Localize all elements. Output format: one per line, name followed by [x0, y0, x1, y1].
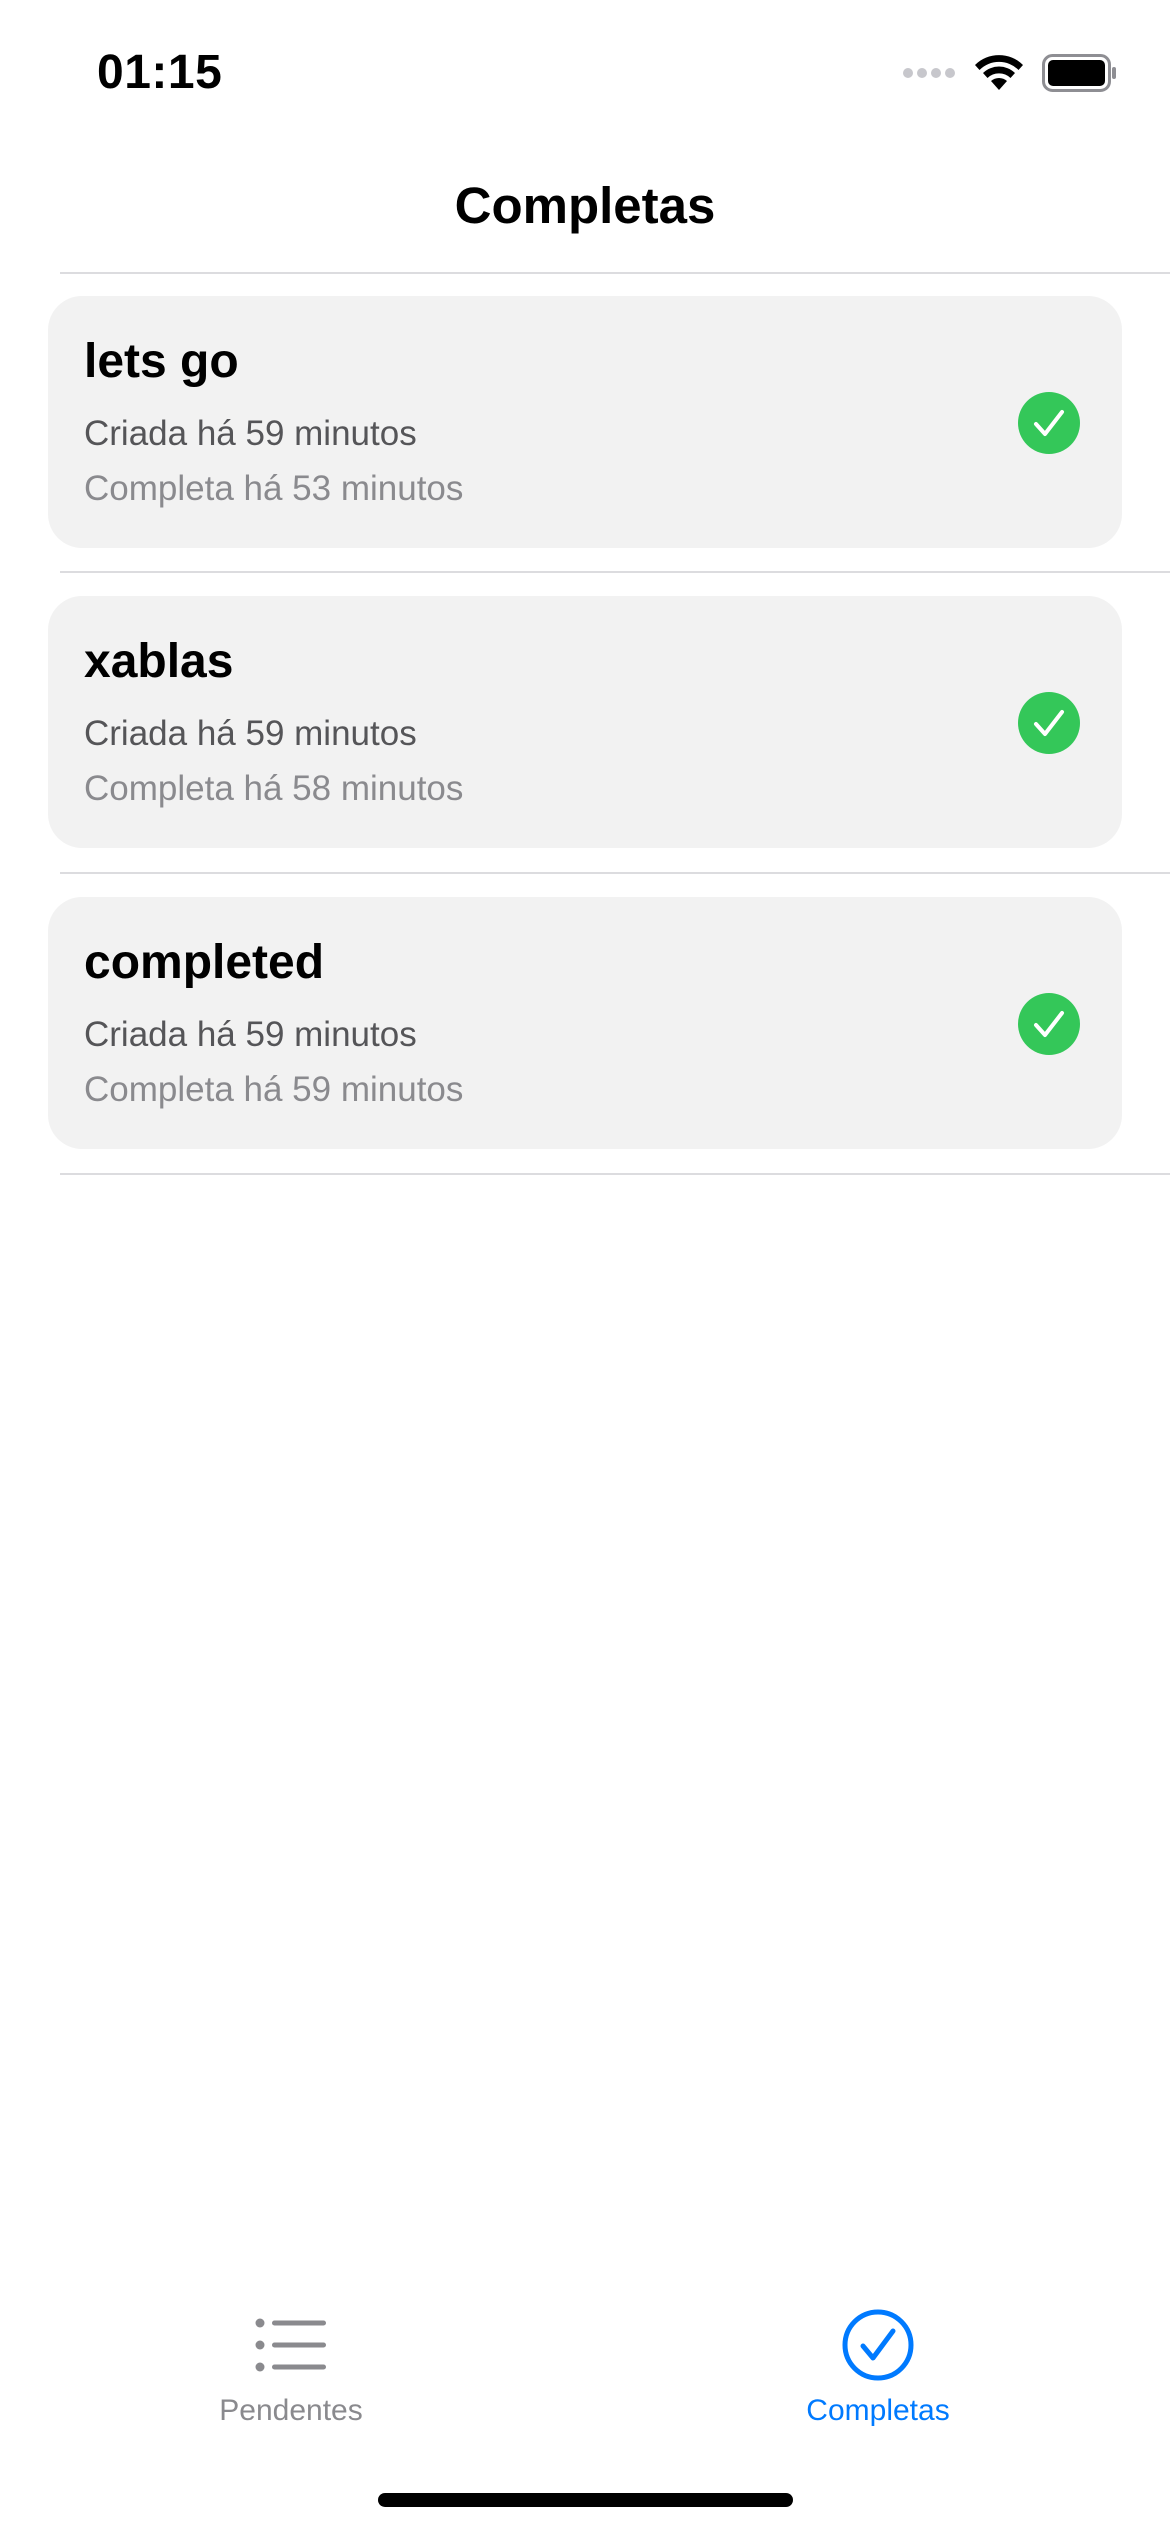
task-card[interactable]: completed Criada há 59 minutos Completa …	[48, 897, 1122, 1149]
list-separator	[60, 1173, 1170, 1175]
task-created-time: Criada há 59 minutos	[84, 1015, 417, 1054]
tab-completas[interactable]: Completas	[728, 2280, 1028, 2450]
task-created-time: Criada há 59 minutos	[84, 414, 417, 453]
list-icon	[252, 2306, 330, 2384]
task-card[interactable]: lets go Criada há 59 minutos Completa há…	[48, 296, 1122, 548]
tab-pendentes[interactable]: Pendentes	[141, 2280, 441, 2450]
task-created-time: Criada há 59 minutos	[84, 714, 417, 753]
checkmark-circle-icon[interactable]	[1018, 692, 1080, 754]
signal-dots-icon	[902, 66, 956, 84]
tab-label: Pendentes	[219, 2394, 363, 2427]
list-separator	[60, 571, 1170, 573]
app-screen: 01:15 Completas lets go Criada há 59 min…	[0, 0, 1170, 2532]
battery-icon	[1042, 53, 1118, 97]
task-completed-time: Completa há 59 minutos	[84, 1070, 464, 1109]
task-title: completed	[84, 936, 325, 989]
home-indicator[interactable]	[378, 2493, 793, 2507]
status-time: 01:15	[97, 46, 223, 99]
status-bar: 01:15	[0, 0, 1170, 140]
task-title: lets go	[84, 335, 239, 388]
task-completed-time: Completa há 53 minutos	[84, 469, 464, 508]
list-separator	[60, 872, 1170, 874]
navigation-bar: Completas	[0, 140, 1170, 274]
status-icons	[902, 52, 1118, 98]
task-title: xablas	[84, 635, 234, 688]
tab-label: Completas	[806, 2394, 950, 2427]
wifi-icon	[974, 54, 1024, 97]
checkmark-circle-icon[interactable]	[1018, 392, 1080, 454]
checkmark-circle-icon[interactable]	[1018, 993, 1080, 1055]
list-separator	[60, 272, 1170, 274]
page-title: Completas	[454, 177, 716, 234]
tab-bar: Pendentes Completas	[0, 2280, 1170, 2450]
task-card[interactable]: xablas Criada há 59 minutos Completa há …	[48, 596, 1122, 848]
checkmark-circle-icon	[839, 2306, 917, 2384]
task-completed-time: Completa há 58 minutos	[84, 769, 464, 808]
